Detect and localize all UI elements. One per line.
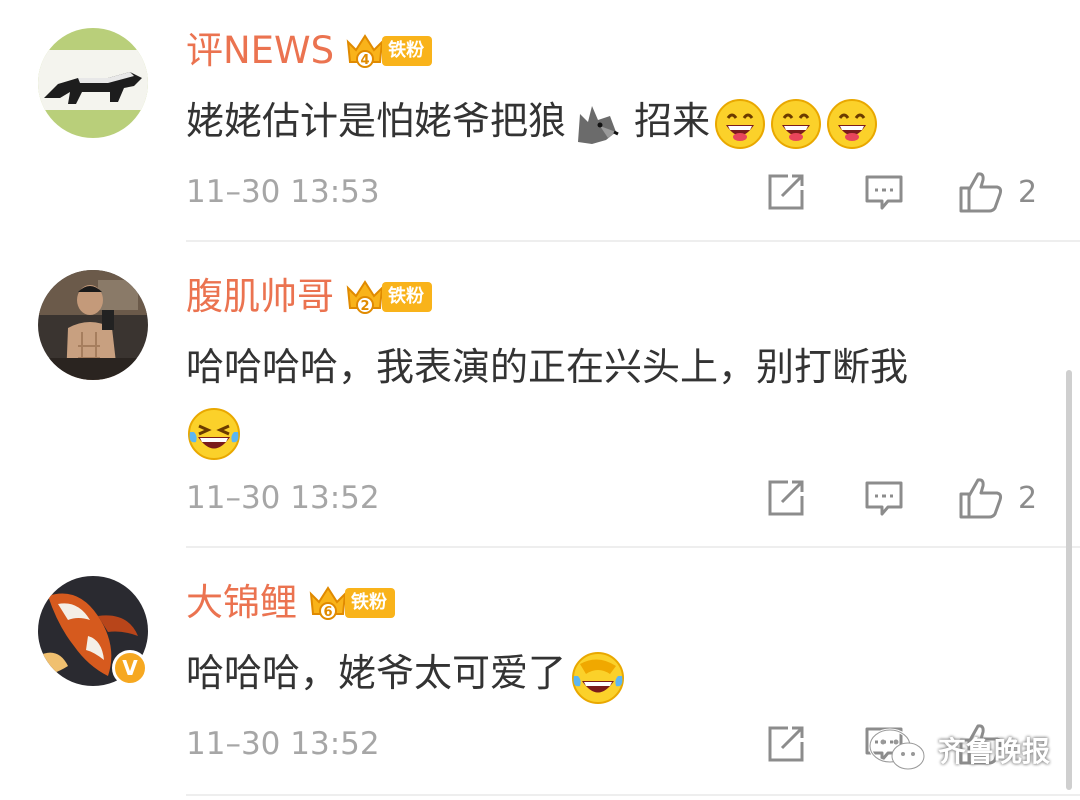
- wolf-emoji: [570, 98, 622, 150]
- repost-button[interactable]: [766, 172, 806, 212]
- avatar[interactable]: [38, 28, 148, 138]
- username[interactable]: 腹肌帅哥: [186, 274, 334, 320]
- repost-button[interactable]: [766, 478, 806, 518]
- comment-text: 哈哈哈，姥爷太可爱了: [186, 642, 1046, 704]
- like-icon: [959, 172, 1003, 213]
- comment-icon: [865, 481, 903, 516]
- repost-icon: [768, 726, 804, 762]
- username-row: 大锦鲤 6 铁粉: [186, 580, 395, 626]
- comment-text-part: 哈哈哈哈，我表演的正在兴头上，别打断我: [186, 345, 909, 389]
- crown-icon: 2: [346, 280, 384, 314]
- timestamp: 11–30 13:53: [186, 174, 380, 210]
- fan-level: 6: [323, 605, 332, 620]
- comment-icon: [865, 175, 903, 210]
- crown-icon: 6: [309, 586, 347, 620]
- scrollbar[interactable]: [1066, 370, 1072, 790]
- comment-text-part: 招来: [622, 99, 711, 143]
- avatar[interactable]: [38, 270, 148, 380]
- like-icon: [959, 478, 1003, 519]
- like-count: 2: [1018, 174, 1038, 210]
- username[interactable]: 评NEWS: [186, 28, 334, 74]
- crown-icon: 4: [346, 34, 384, 68]
- comment-item: 评NEWS 4 铁粉 姥姥估计是怕姥爷把狼 招来 11–30 13:53 2: [0, 0, 1080, 242]
- laugh-cry-emoji: [186, 406, 240, 460]
- like-button[interactable]: 2: [958, 476, 1037, 520]
- comment-text: 哈哈哈哈，我表演的正在兴头上，别打断我: [186, 336, 1046, 460]
- fan-label: 铁粉: [382, 36, 433, 66]
- comment-button[interactable]: [864, 172, 904, 212]
- comment-text-part: 姥姥估计是怕姥爷把狼: [186, 99, 567, 143]
- repost-icon: [768, 480, 804, 516]
- like-button[interactable]: 2: [958, 170, 1037, 214]
- comment-item: 腹肌帅哥 2 铁粉 哈哈哈哈，我表演的正在兴头上，别打断我 11–30 13:5…: [0, 242, 1080, 548]
- fan-label: 铁粉: [345, 588, 395, 618]
- grin-emoji: [770, 98, 822, 150]
- username-row: 腹肌帅哥 2 铁粉: [186, 274, 432, 320]
- timestamp: 11–30 13:52: [186, 726, 380, 762]
- fan-badge[interactable]: 4 铁粉: [344, 34, 433, 68]
- repost-button[interactable]: [766, 724, 806, 764]
- watermark: 齐鲁晚报: [866, 726, 1050, 774]
- watermark-text: 齐鲁晚报: [938, 735, 1051, 768]
- fan-level: 4: [361, 53, 370, 68]
- timestamp: 11–30 13:52: [186, 480, 380, 516]
- grin-emoji: [714, 98, 766, 150]
- fan-badge[interactable]: 6 铁粉: [307, 586, 395, 620]
- username[interactable]: 大锦鲤: [186, 580, 297, 626]
- comment-button[interactable]: [864, 478, 904, 518]
- laugh-cry-emoji: [570, 650, 625, 704]
- comment-text: 姥姥估计是怕姥爷把狼 招来: [186, 90, 1046, 152]
- verified-badge: V: [112, 650, 148, 686]
- fan-level: 2: [360, 299, 369, 314]
- repost-icon: [768, 174, 804, 210]
- divider: [186, 794, 1080, 796]
- username-row: 评NEWS 4 铁粉: [186, 28, 433, 74]
- like-count: 2: [1018, 480, 1038, 516]
- fan-badge[interactable]: 2 铁粉: [344, 280, 432, 314]
- grin-emoji: [826, 98, 878, 150]
- wechat-icon: [868, 728, 925, 770]
- comment-text-part: 哈哈哈，姥爷太可爱了: [186, 651, 567, 695]
- fan-label: 铁粉: [382, 282, 432, 312]
